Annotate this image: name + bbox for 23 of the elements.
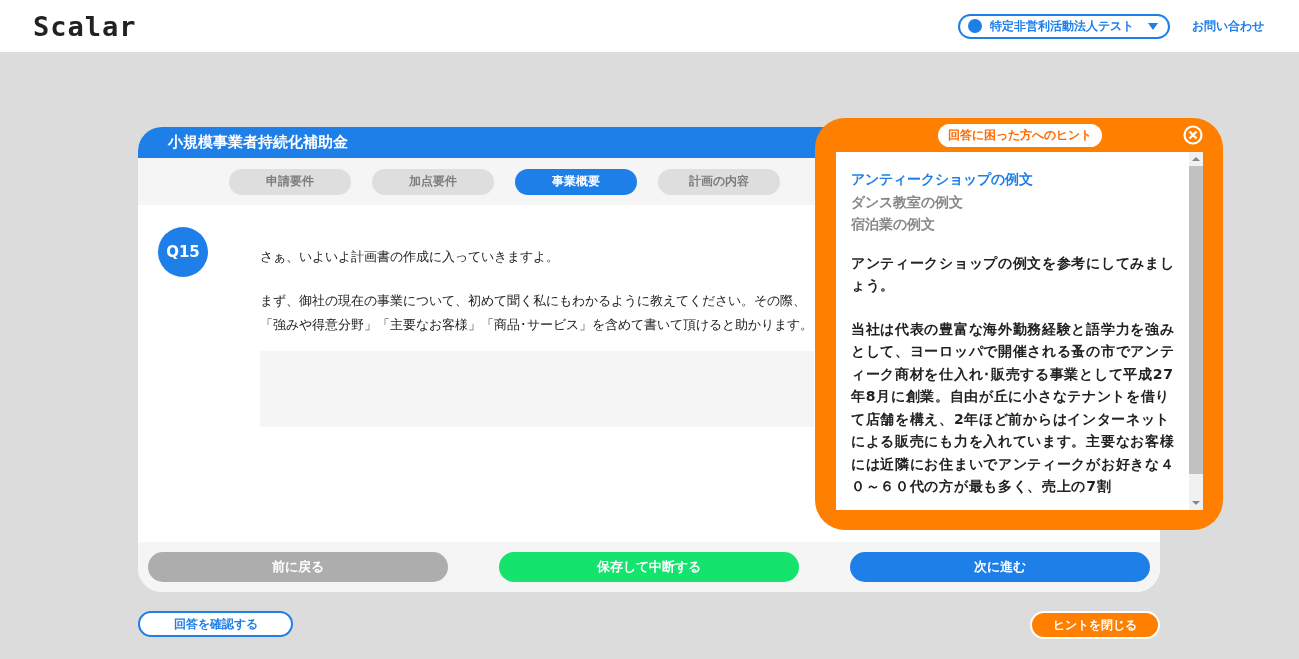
hint-text: アンティークショップの例文を参考にしてみましょう。 bbox=[851, 253, 1176, 295]
logo: Scalar bbox=[33, 10, 137, 42]
question-text: さぁ、いよいよ計画書の作成に入っていきますよ。 bbox=[260, 248, 560, 266]
next-button[interactable]: 次に進む bbox=[850, 552, 1150, 582]
close-icon[interactable] bbox=[1183, 125, 1203, 145]
step-tab[interactable]: 計画の内容 bbox=[658, 168, 780, 195]
example-link[interactable]: 宿泊業の例文 bbox=[851, 213, 1181, 236]
step-tab[interactable]: 申請要件 bbox=[229, 168, 351, 195]
question-number: Q15 bbox=[158, 227, 208, 277]
confirm-answers-button[interactable]: 回答を確認する bbox=[138, 611, 293, 637]
contact-link[interactable]: お問い合わせ bbox=[1192, 17, 1264, 35]
scrollbar[interactable] bbox=[1189, 152, 1203, 510]
question-text: まず、御社の現在の事業について、初めて聞く私にもわかるように教えてください。その際、 「強みや得意分野」「主要なお客様」「商品･サービス」を含めて書いて頂けると助かります。 bbox=[260, 292, 814, 334]
example-link[interactable]: ダンス教室の例文 bbox=[851, 190, 1181, 213]
example-link[interactable]: アンティークショップの例文 bbox=[851, 168, 1181, 191]
back-button[interactable]: 前に戻る bbox=[148, 552, 448, 582]
answer-field[interactable] bbox=[260, 351, 814, 427]
step-tab[interactable]: 事業概要 bbox=[515, 168, 637, 195]
account-dropdown[interactable]: 特定非営利活動法人テスト bbox=[958, 13, 1170, 39]
hint-text: 当社は代表の豊富な海外勤務経験と語学力を強みとして、ヨーロッパで開催される蚤の市でアンティーク商材を仕入れ･販売する事業として平成27年8月に創業。自由が丘に小さなテナントを借りて店舗を構え、2年ほど前からはインターネットによる販売にも力を入れています。主要なお客様には近隣にお住まいでアンティークがお好きな４０～６０代の方が最も多く、売上の7割 bbox=[851, 319, 1176, 496]
close-hint-button[interactable]: ヒントを閉じる bbox=[1030, 611, 1160, 639]
hint-title: 回答に困った方へのヒント bbox=[937, 123, 1102, 147]
step-tab[interactable]: 加点要件 bbox=[372, 168, 494, 195]
